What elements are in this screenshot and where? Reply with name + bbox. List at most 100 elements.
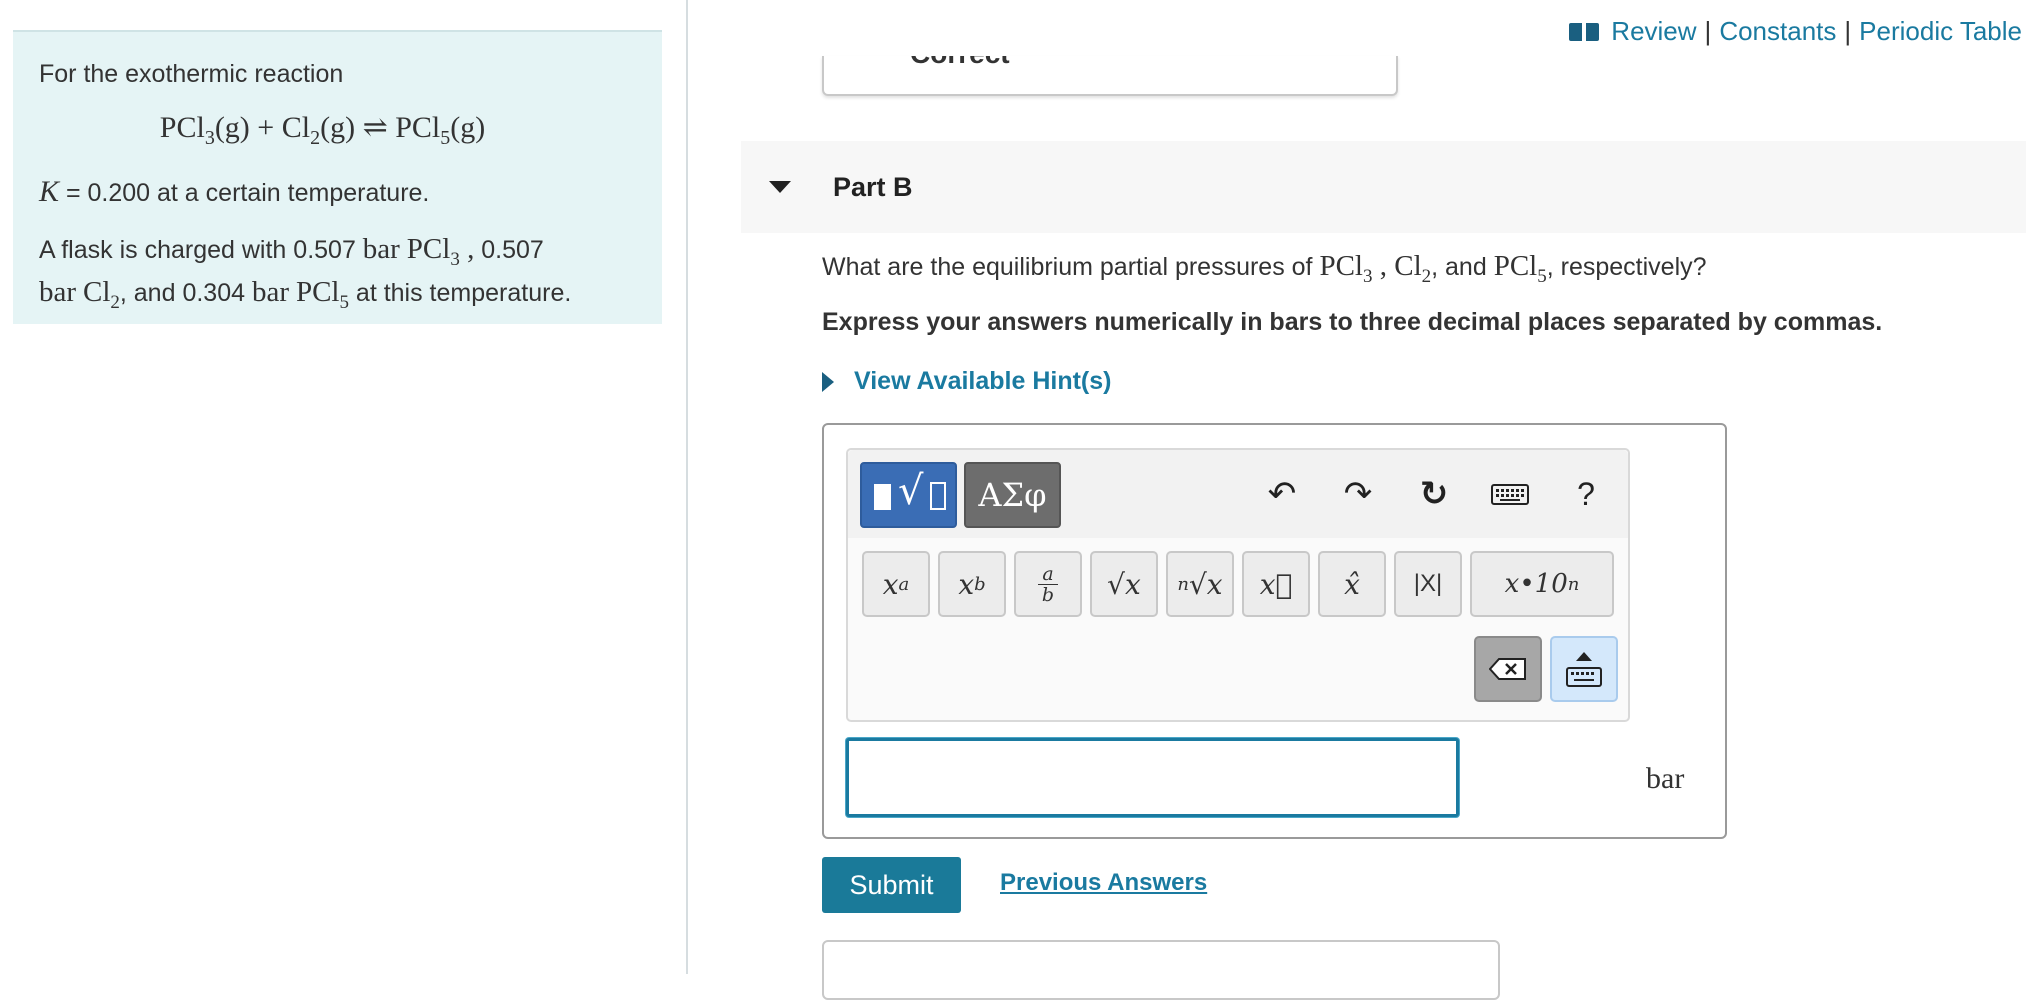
reactant-1-state: (g): [214, 111, 250, 144]
root-symbol: √x: [1188, 567, 1223, 601]
collapse-caret-icon[interactable]: [769, 181, 791, 193]
pcl5-subscript: 5: [339, 291, 349, 313]
undo-icon[interactable]: ↶: [1260, 472, 1304, 516]
key-exponent: a: [898, 573, 910, 595]
k-symbol: K: [39, 175, 60, 208]
flask-cl2: Cl2: [82, 275, 120, 313]
resource-links: Review | Constants | Periodic Table: [1569, 16, 2022, 47]
radical-icon: √: [898, 468, 924, 514]
backspace-icon: [1489, 658, 1526, 680]
reactant-2-state: (g): [320, 111, 356, 144]
greek-symbols-tab-button[interactable]: ΑΣφ: [964, 462, 1061, 528]
part-b-header[interactable]: Part B: [741, 141, 2026, 233]
reactant-1-subscript: 3: [204, 127, 215, 149]
book-icon: [1569, 21, 1600, 43]
q-comma: ,: [1372, 250, 1395, 282]
plus-sign: +: [257, 111, 275, 144]
answer-area: √ ΑΣφ ↶ ↷ ↻ ? xa xb ab √x n √x x⃗ x̂ |X|…: [822, 423, 1727, 839]
product-state: (g): [450, 111, 486, 144]
pcl3-subscript: 3: [450, 248, 460, 270]
comma: ,: [459, 233, 475, 265]
question-cl2: Cl2: [1394, 250, 1431, 287]
q-cl2-subscript: 2: [1421, 265, 1432, 287]
previous-part-feedback: Correct: [822, 56, 1398, 96]
correct-feedback-text: Correct: [910, 56, 1010, 70]
flask-text-2: 0.507: [474, 236, 544, 264]
square-root-key[interactable]: √x: [1090, 551, 1158, 617]
question-text-2: , and: [1431, 253, 1494, 281]
flask-text-3: , and 0.304: [119, 278, 252, 307]
sci-base: x•10: [1504, 569, 1568, 599]
unit-bar-2: bar: [39, 275, 77, 308]
flask-description: A flask is charged with 0.507 bar PCl 3 ,…: [39, 233, 636, 319]
fraction-numerator: a: [1038, 564, 1058, 585]
submit-button[interactable]: Submit: [822, 857, 961, 913]
cl2-formula: Cl: [82, 275, 111, 308]
q-cl2-formula: Cl: [1394, 250, 1422, 282]
answer-input[interactable]: [846, 738, 1459, 817]
question-pcl5: PCl5: [1494, 250, 1547, 287]
pcl5-formula: PCl: [295, 275, 340, 308]
root-index: n: [1177, 573, 1189, 595]
view-hints-toggle[interactable]: View Available Hint(s): [822, 367, 1111, 396]
problem-statement: For the exothermic reaction PCl3(g) + Cl…: [13, 30, 662, 324]
q-pcl3-formula: PCl: [1319, 250, 1363, 282]
k-value-text: = 0.200 at a certain temperature.: [59, 179, 430, 207]
periodic-table-link[interactable]: Periodic Table: [1859, 16, 2022, 47]
equilibrium-arrow: ⇌: [362, 111, 388, 144]
equilibrium-constant: K = 0.200 at a certain temperature.: [39, 176, 636, 209]
problem-intro: For the exothermic reaction: [39, 60, 344, 88]
backspace-button[interactable]: [1474, 636, 1542, 702]
previous-answers-link[interactable]: Previous Answers: [1000, 869, 1207, 897]
fraction-denominator: b: [1041, 583, 1055, 606]
problem-panel: For the exothermic reaction PCl3(g) + Cl…: [0, 0, 688, 974]
help-icon[interactable]: ?: [1564, 472, 1608, 516]
product: PCl: [395, 111, 441, 144]
flask-text-4: at this temperature.: [348, 278, 572, 307]
reactant-2: Cl: [281, 111, 311, 144]
fraction-key[interactable]: ab: [1014, 551, 1082, 617]
question-pcl3: PCl3: [1319, 250, 1372, 287]
reaction-equation: PCl3(g) + Cl2(g) ⇌ PCl5(g): [39, 112, 636, 154]
vector-key[interactable]: x⃗: [1242, 551, 1310, 617]
nth-root-key[interactable]: n √x: [1166, 551, 1234, 617]
review-link[interactable]: Review: [1611, 16, 1696, 47]
cursor-block-icon: [874, 484, 891, 510]
keyboard-icon: [1566, 666, 1602, 687]
reactant-1: PCl: [159, 111, 205, 144]
constants-link[interactable]: Constants: [1719, 16, 1836, 47]
cl2-subscript: 2: [110, 291, 120, 313]
fraction-icon: ab: [1038, 564, 1058, 606]
reactant-2-subscript: 2: [310, 127, 321, 149]
unit-label: bar: [1646, 762, 1685, 795]
hint-label: View Available Hint(s): [854, 367, 1112, 395]
expand-triangle-icon: [822, 371, 834, 392]
question-text-1: What are the equilibrium partial pressur…: [822, 253, 1320, 281]
subscript-key[interactable]: xb: [938, 551, 1006, 617]
superscript-key[interactable]: xa: [862, 551, 930, 617]
keyboard-shortcuts-icon[interactable]: [1488, 472, 1532, 516]
unit-bar-3: bar: [251, 275, 289, 308]
product-subscript: 5: [440, 127, 451, 149]
redo-icon[interactable]: ↷: [1336, 472, 1380, 516]
flask-text-1: A flask is charged with 0.507: [39, 236, 363, 264]
placeholder-box-icon: [930, 482, 946, 510]
absolute-value-key[interactable]: |X|: [1394, 551, 1462, 617]
part-title: Part B: [833, 171, 913, 202]
link-separator: |: [1844, 16, 1852, 46]
flask-pcl5: PCl5: [295, 275, 349, 313]
link-separator: |: [1704, 16, 1712, 46]
arrow-up-icon: [1576, 651, 1592, 661]
key-base: x: [882, 567, 899, 601]
math-toolbar: √ ΑΣφ ↶ ↷ ↻ ? xa xb ab √x n √x x⃗ x̂ |X|…: [846, 448, 1630, 722]
templates-tab-button[interactable]: √: [860, 462, 957, 528]
key-subscript: b: [974, 573, 986, 595]
key-base: x: [958, 567, 975, 601]
question-text: What are the equilibrium partial pressur…: [822, 250, 1707, 288]
math-keys-row: xa xb ab √x n √x x⃗ x̂ |X| x•10 n: [862, 551, 1614, 617]
reset-icon[interactable]: ↻: [1412, 472, 1456, 516]
show-keyboard-button[interactable]: [1550, 636, 1618, 702]
answer-instruction: Express your answers numerically in bars…: [822, 308, 1883, 336]
unit-vector-key[interactable]: x̂: [1318, 551, 1386, 617]
scientific-notation-key[interactable]: x•10 n: [1470, 551, 1614, 617]
